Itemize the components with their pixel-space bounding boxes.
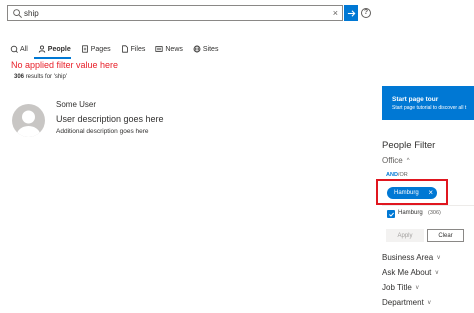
pages-icon bbox=[81, 45, 88, 53]
help-icon[interactable]: ? bbox=[361, 8, 371, 18]
files-icon bbox=[121, 45, 128, 53]
result-count-number: 306 bbox=[14, 74, 25, 80]
filter-option-checkbox[interactable] bbox=[387, 210, 395, 218]
avatar[interactable] bbox=[12, 104, 45, 137]
apply-button[interactable]: Apply bbox=[386, 229, 424, 242]
tab-label: People bbox=[47, 45, 71, 53]
search-submit-button[interactable] bbox=[344, 5, 358, 21]
tab-label: All bbox=[20, 45, 28, 53]
chevron-up-icon: ^ bbox=[406, 157, 410, 164]
filter-office-header[interactable]: Office ^ bbox=[382, 156, 410, 165]
chevron-down-icon: v bbox=[437, 254, 441, 261]
tab-files[interactable]: Files bbox=[121, 42, 146, 56]
filter-section-ask-me-about[interactable]: Ask Me About v bbox=[382, 268, 438, 277]
tab-label: Pages bbox=[90, 45, 111, 53]
office-label: Office bbox=[382, 156, 403, 165]
annotation-text: No applied filter value here bbox=[11, 60, 119, 70]
search-icon bbox=[13, 9, 22, 18]
tour-subtitle: Start page tutorial to discover all t bbox=[392, 105, 467, 111]
person-placeholder-icon bbox=[16, 110, 41, 137]
filter-option-count: (306) bbox=[428, 210, 441, 216]
search-box[interactable]: × bbox=[7, 5, 343, 21]
person-name[interactable]: Some User bbox=[56, 100, 96, 109]
vertical-tabs: All People Pages Files News Sites bbox=[10, 42, 228, 56]
filter-panel-title: People Filter bbox=[382, 140, 436, 151]
section-label: Job Title bbox=[382, 283, 412, 292]
filter-section-business-area[interactable]: Business Area v bbox=[382, 253, 440, 262]
person-additional-description: Additional description goes here bbox=[56, 128, 149, 135]
page-tour-banner[interactable]: Start page tour Start page tutorial to d… bbox=[382, 86, 474, 120]
active-tab-indicator bbox=[34, 57, 71, 59]
selected-filter-chip[interactable]: Hamburg × bbox=[387, 187, 437, 199]
tab-news[interactable]: News bbox=[155, 42, 183, 56]
section-label: Ask Me About bbox=[382, 268, 432, 277]
and-or-toggle[interactable]: AND/OR bbox=[386, 172, 408, 178]
checkmark-icon bbox=[388, 212, 394, 217]
tab-pages[interactable]: Pages bbox=[81, 42, 111, 56]
result-count: 306 results for 'ship' bbox=[14, 74, 67, 80]
person-description: User description goes here bbox=[56, 114, 164, 124]
clear-search-icon[interactable]: × bbox=[333, 7, 338, 19]
filter-section-department[interactable]: Department v bbox=[382, 298, 431, 307]
and-option[interactable]: AND bbox=[386, 172, 398, 178]
tab-label: Sites bbox=[202, 45, 219, 53]
filter-option-label[interactable]: Hamburg bbox=[398, 210, 423, 216]
chevron-down-icon: v bbox=[427, 299, 431, 306]
news-icon bbox=[155, 46, 163, 52]
chevron-down-icon: v bbox=[415, 284, 419, 291]
search-input[interactable] bbox=[24, 7, 324, 20]
tab-label: News bbox=[165, 45, 183, 53]
or-option[interactable]: /OR bbox=[398, 172, 408, 178]
tab-label: Files bbox=[130, 45, 146, 53]
divider bbox=[382, 205, 474, 206]
filter-section-job-title[interactable]: Job Title v bbox=[382, 283, 419, 292]
tab-people[interactable]: People bbox=[38, 42, 71, 56]
section-label: Department bbox=[382, 298, 424, 307]
arrow-right-icon bbox=[347, 9, 355, 17]
tab-sites[interactable]: Sites bbox=[193, 42, 219, 56]
section-label: Business Area bbox=[382, 253, 434, 262]
chevron-down-icon: v bbox=[435, 269, 439, 276]
sites-icon bbox=[193, 45, 201, 53]
close-icon[interactable]: × bbox=[428, 187, 433, 199]
tour-title: Start page tour bbox=[392, 96, 439, 103]
globe-all-icon bbox=[10, 45, 18, 53]
clear-button[interactable]: Clear bbox=[427, 229, 464, 242]
tab-all[interactable]: All bbox=[10, 42, 28, 56]
result-count-text: results for 'ship' bbox=[25, 74, 67, 80]
people-icon bbox=[38, 45, 45, 53]
chip-label: Hamburg bbox=[394, 190, 419, 196]
